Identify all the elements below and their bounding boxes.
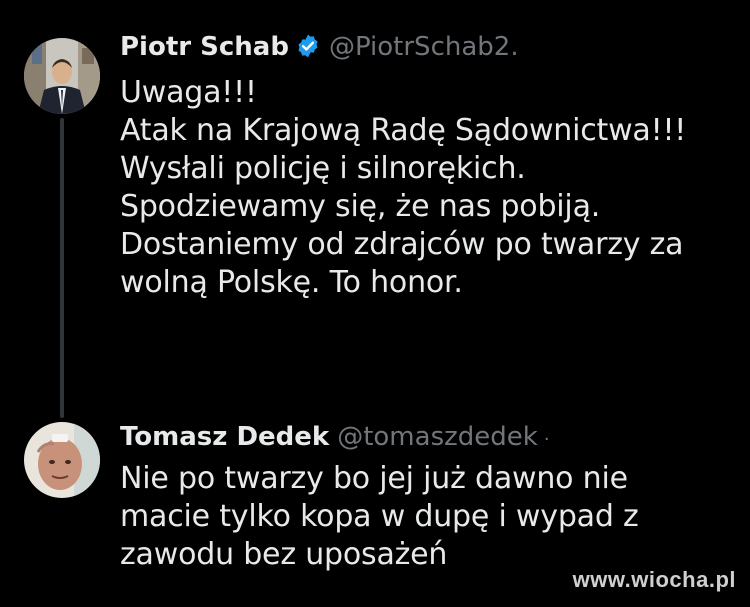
tweet-text-line: Spodziewamy się, że nas pobiją.: [120, 189, 601, 224]
tweet-text-line: Atak na Krajową Radę Sądownictwa!!!: [120, 113, 687, 148]
tweet-text: Nie po twarzy bo jej już dawno nie macie…: [120, 460, 740, 574]
tweet-header: Piotr Schab @PiotrSchab2.: [120, 32, 519, 66]
tweet-text-line: macie tylko kopa w dupę i wypad z: [120, 499, 639, 534]
tweet-text-line: Uwaga!!!: [120, 75, 257, 110]
separator-dot: ·: [543, 429, 550, 450]
verified-badge-icon: [295, 33, 321, 66]
tweet-thread: Piotr Schab @PiotrSchab2. Uwaga!!! Atak n…: [0, 0, 750, 607]
author-display-name[interactable]: Piotr Schab: [120, 32, 289, 62]
watermark: www.wiocha.pl: [572, 567, 736, 592]
tweet-text-line: Dostaniemy od zdrajców po twarzy za: [120, 227, 684, 262]
thread-connector-line: [60, 118, 64, 418]
tweet-text: Uwaga!!! Atak na Krajową Radę Sądownictw…: [120, 74, 740, 302]
tweet-text-line: Wysłali policję i silnorękich.: [120, 151, 526, 186]
author-handle[interactable]: @PiotrSchab2.: [329, 32, 519, 62]
author-handle[interactable]: @tomaszdedek: [337, 422, 538, 452]
author-display-name[interactable]: Tomasz Dedek: [120, 422, 329, 452]
tweet-text-line: Nie po twarzy bo jej już dawno nie: [120, 461, 628, 496]
avatar[interactable]: [24, 422, 100, 498]
tweet-header: Tomasz Dedek @tomaszdedek ·: [120, 422, 550, 455]
avatar[interactable]: [24, 38, 100, 114]
tweet-text-line: wolną Polskę. To honor.: [120, 265, 463, 300]
